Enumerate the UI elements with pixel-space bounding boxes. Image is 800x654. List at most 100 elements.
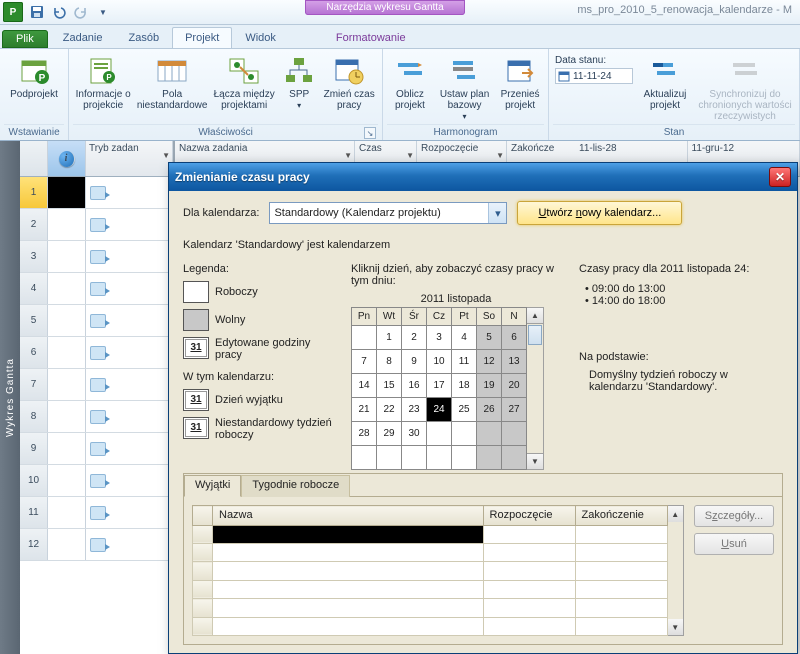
scroll-up-icon[interactable]: ▲ (527, 308, 543, 324)
calendar-month-label: 2011 listopada (351, 293, 561, 305)
undo-icon[interactable] (50, 3, 68, 21)
ribbon-panel: P Podprojekt Wstawianie P Informacje o p… (0, 49, 800, 141)
group-properties: P Informacje o projekcie Pola niestandar… (69, 49, 383, 140)
grid-header: i Tryb zadan▼ (20, 141, 173, 177)
chevron-down-icon[interactable]: ▾ (488, 203, 506, 223)
tab-formatting[interactable]: Formatowanie (323, 27, 419, 48)
tab-view[interactable]: Widok (232, 27, 289, 48)
calendar-scrollbar[interactable]: ▲ ▼ (527, 307, 544, 470)
custom-fields-button[interactable]: Pola niestandardowe (135, 51, 209, 124)
subproject-icon: P (18, 55, 50, 87)
app-icon[interactable]: P (3, 2, 23, 22)
group-status: Data stanu: 11-11-24 Aktualizuj projekt … (549, 49, 800, 140)
scroll-up-icon[interactable]: ▲ (668, 506, 683, 522)
tab-work-weeks[interactable]: Tygodnie robocze (241, 475, 350, 497)
task-grid: i Tryb zadan▼ 123456789101112 (20, 141, 175, 654)
task-mode-icon (90, 186, 106, 200)
exceptions-scrollbar[interactable]: ▲ ▼ (668, 505, 684, 636)
tab-task[interactable]: Zadanie (50, 27, 116, 48)
update-project-button[interactable]: Aktualizuj projekt (637, 51, 693, 124)
legend: Legenda: Roboczy Wolny 31Edytowane godzi… (183, 263, 333, 470)
calendar-grid[interactable]: PnWtŚrCzPtSoN123456789101112131415161718… (351, 307, 527, 470)
table-row[interactable]: 8 (20, 401, 173, 433)
file-tab[interactable]: Plik (2, 30, 48, 48)
scroll-down-icon[interactable]: ▼ (527, 453, 543, 469)
table-row[interactable]: 1 (20, 177, 173, 209)
group-schedule: Oblicz projekt Ustaw plan bazowy▾ Przeni… (383, 49, 549, 140)
info-column-icon: i (59, 151, 75, 167)
table-row[interactable]: 9 (20, 433, 173, 465)
task-mode-icon (90, 442, 106, 456)
links-icon (228, 55, 260, 87)
ribbon-tabs: Plik Zadanie Zasób Projekt Widok Formato… (0, 25, 800, 49)
scroll-thumb[interactable] (528, 325, 542, 345)
wbs-icon (283, 55, 315, 87)
dialog-titlebar[interactable]: Zmienianie czasu pracy ✕ (169, 163, 797, 191)
close-button[interactable]: ✕ (769, 167, 791, 187)
calendar-combo[interactable]: Standardowy (Kalendarz projektu) ▾ (269, 202, 507, 224)
table-row[interactable]: 7 (20, 369, 173, 401)
redo-icon[interactable] (72, 3, 90, 21)
calculate-project-button[interactable]: Oblicz projekt (387, 51, 433, 124)
task-mode-icon (90, 410, 106, 424)
table-row[interactable]: 5 (20, 305, 173, 337)
table-row[interactable]: 4 (20, 273, 173, 305)
tab-exceptions[interactable]: Wyjątki (184, 475, 241, 497)
status-date-field: Data stanu: 11-11-24 (553, 51, 635, 124)
task-mode-icon (90, 346, 106, 360)
tab-project[interactable]: Projekt (172, 27, 232, 48)
task-mode-icon (90, 218, 106, 232)
qat-dropdown-icon[interactable]: ▼ (94, 3, 112, 21)
table-row[interactable]: 11 (20, 497, 173, 529)
project-info-icon: P (87, 55, 119, 87)
table-row[interactable]: 2 (20, 209, 173, 241)
svg-text:P: P (39, 73, 46, 84)
project-info-button[interactable]: P Informacje o projekcie (73, 51, 133, 124)
exceptions-panel: Wyjątki Tygodnie robocze NazwaRozpoczęci… (183, 473, 783, 645)
document-title: ms_pro_2010_5_renowacja_kalendarze - M (577, 4, 792, 16)
scroll-down-icon[interactable]: ▼ (668, 619, 683, 635)
custom-fields-icon (156, 55, 188, 87)
sync-icon (729, 55, 761, 87)
calendar-small-icon (558, 70, 570, 82)
task-mode-icon (90, 314, 106, 328)
group-insert: P Podprojekt Wstawianie (0, 49, 69, 140)
task-mode-icon (90, 538, 106, 552)
links-between-projects-button[interactable]: Łącza między projektami (211, 51, 277, 124)
delete-button[interactable]: Usuń (694, 533, 774, 555)
move-project-icon (504, 55, 536, 87)
calendar-statement: Kalendarz 'Standardowy' jest kalendarzem (183, 239, 783, 251)
table-row[interactable]: 3 (20, 241, 173, 273)
dialog-launcher-icon[interactable]: ↘ (364, 127, 376, 139)
table-row[interactable]: 12 (20, 529, 173, 561)
update-project-icon (649, 55, 681, 87)
task-mode-icon (90, 282, 106, 296)
status-date-picker[interactable]: 11-11-24 (555, 68, 633, 84)
move-project-button[interactable]: Przenieś projekt (496, 51, 544, 124)
set-baseline-button[interactable]: Ustaw plan bazowy▾ (435, 51, 494, 124)
save-icon[interactable] (28, 3, 46, 21)
change-working-time-icon (333, 55, 365, 87)
calendar-preview: Kliknij dzień, aby zobaczyć czasy pracy … (351, 263, 561, 470)
wbs-button[interactable]: SPP▾ (279, 51, 319, 124)
dropdown-icon[interactable]: ▼ (162, 151, 170, 160)
quick-access-toolbar: ▼ (28, 3, 112, 21)
tab-resource[interactable]: Zasób (116, 27, 173, 48)
task-mode-icon (90, 474, 106, 488)
exceptions-table[interactable]: NazwaRozpoczęcieZakończenie (192, 505, 668, 636)
table-row[interactable]: 10 (20, 465, 173, 497)
details-button[interactable]: Szczegóły... (694, 505, 774, 527)
task-mode-icon (90, 250, 106, 264)
task-mode-icon (90, 506, 106, 520)
svg-text:P: P (107, 73, 113, 82)
create-new-calendar-button[interactable]: Utwórz nowy kalendarz... (517, 201, 682, 225)
change-working-time-dialog: Zmienianie czasu pracy ✕ Dla kalendarza:… (168, 162, 798, 654)
view-bar[interactable]: Wykres Gantta (0, 141, 20, 654)
subproject-button[interactable]: P Podprojekt (4, 51, 64, 124)
change-working-time-button[interactable]: Zmień czas pracy (321, 51, 377, 124)
table-row[interactable]: 6 (20, 337, 173, 369)
working-times-detail: Czasy pracy dla 2011 listopada 24: 09:00… (579, 263, 783, 470)
task-mode-icon (90, 378, 106, 392)
contextual-tab-title: Narzędzia wykresu Gantta (305, 0, 465, 15)
baseline-icon (449, 55, 481, 87)
